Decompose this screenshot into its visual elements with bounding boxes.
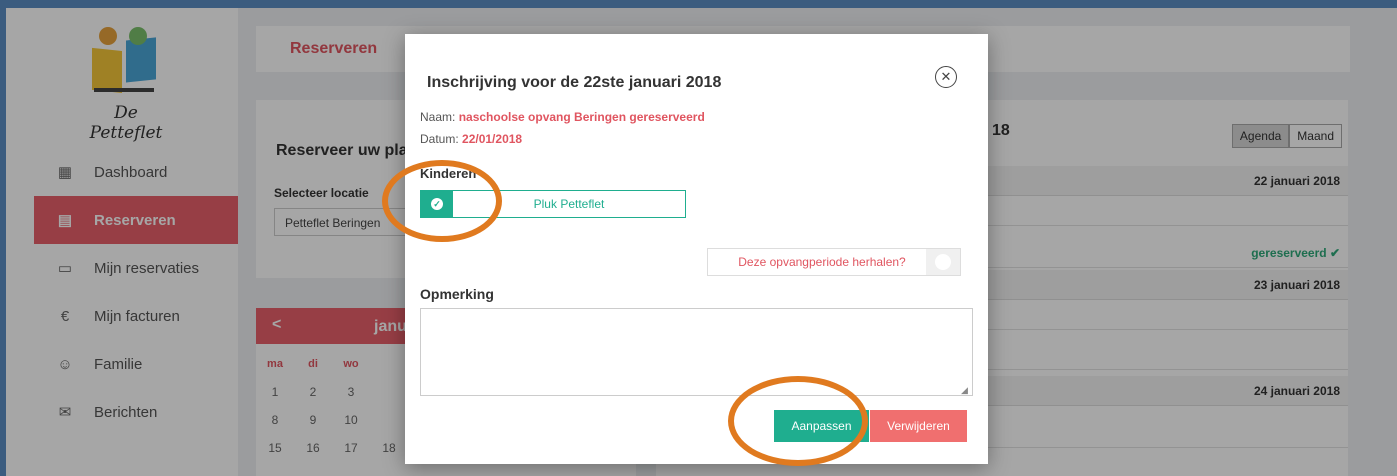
annotation-circle xyxy=(728,376,868,466)
delete-button[interactable]: Verwijderen xyxy=(870,410,967,442)
name-info: Naam: naschoolse opvang Beringen gereser… xyxy=(420,110,705,124)
remark-label: Opmerking xyxy=(420,286,494,302)
remark-input[interactable] xyxy=(420,308,973,396)
name-value: naschoolse opvang Beringen gereserveerd xyxy=(458,110,705,124)
repeat-toggle[interactable]: Deze opvangperiode herhalen? xyxy=(707,248,961,276)
toggle-switch[interactable] xyxy=(926,249,960,275)
date-info: Datum: 22/01/2018 xyxy=(420,132,522,146)
annotation-circle xyxy=(382,160,502,242)
name-label: Naam: xyxy=(420,110,456,124)
date-label: Datum: xyxy=(420,132,459,146)
modal-title: Inschrijving voor de 22ste januari 2018 xyxy=(427,74,722,91)
resize-handle-icon[interactable]: ◢ xyxy=(961,385,968,396)
repeat-label: Deze opvangperiode herhalen? xyxy=(738,255,906,269)
date-value: 22/01/2018 xyxy=(462,132,523,146)
close-icon[interactable]: ✕ xyxy=(935,66,957,88)
registration-modal: Inschrijving voor de 22ste januari 2018 … xyxy=(405,34,988,464)
